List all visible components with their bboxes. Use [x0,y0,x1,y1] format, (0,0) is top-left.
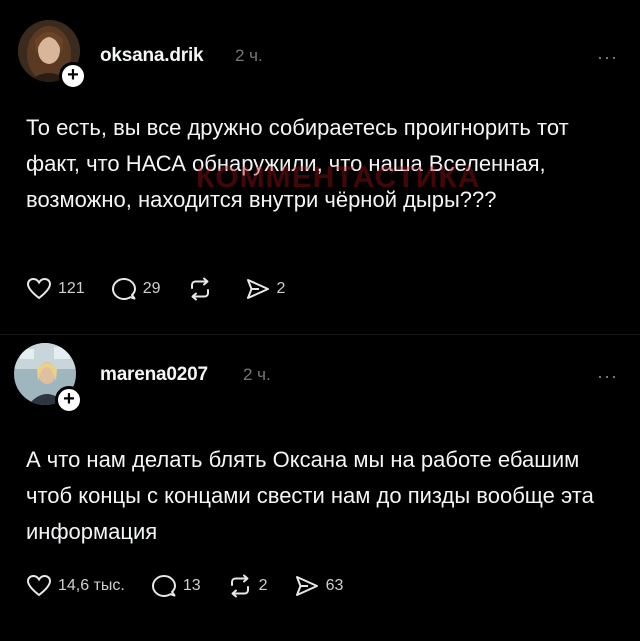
repost-button[interactable]: 2 [227,574,268,598]
repost-count: 2 [258,577,268,594]
watermark: КОММЕНТАСТИКА [196,161,481,194]
repost-button[interactable] [187,277,219,301]
post-actions: 14,6 тыс. 13 2 63 [26,571,369,601]
share-button[interactable]: 63 [294,574,344,598]
repost-icon [230,574,249,598]
thread-post: + oksana.drik 2 ч. ··· То есть, вы все д… [0,0,640,334]
timestamp: 2 ч. [243,365,271,384]
like-count: 14,6 тыс. [58,577,125,594]
username[interactable]: marena0207 [100,364,208,386]
follow-plus-icon[interactable]: + [59,62,87,90]
share-count: 63 [325,577,344,594]
post-actions: 121 29 2 [26,274,311,304]
timestamp: 2 ч. [235,46,263,65]
post-text: А что нам делать блять Оксана мы на рабо… [26,447,594,544]
send-icon [246,279,269,299]
like-button[interactable]: 121 [26,277,85,301]
repost-icon [190,277,209,301]
share-count: 2 [276,280,286,297]
heart-icon [26,277,52,300]
send-icon [295,576,318,596]
reply-count: 13 [182,577,201,594]
reply-button[interactable]: 13 [151,574,201,598]
like-count: 121 [58,280,85,297]
follow-plus-icon[interactable]: + [55,386,83,414]
username[interactable]: oksana.drik [100,45,204,67]
comment-icon [151,575,176,597]
more-icon[interactable]: ··· [597,367,618,385]
like-button[interactable]: 14,6 тыс. [26,574,125,598]
heart-icon [26,574,52,597]
more-icon[interactable]: ··· [597,48,618,66]
share-button[interactable]: 2 [245,277,286,301]
thread-post: + marena0207 2 ч. ··· А что нам делать б… [0,334,640,641]
reply-button[interactable]: 29 [111,277,161,301]
comment-icon [111,278,136,300]
reply-count: 29 [142,280,161,297]
